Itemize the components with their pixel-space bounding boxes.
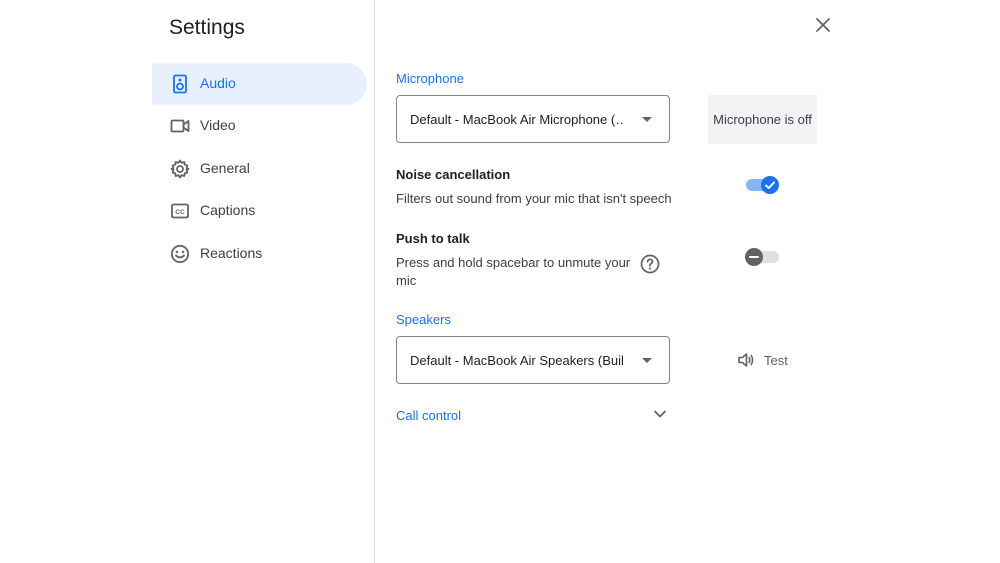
- microphone-select-value: Default - MacBook Air Microphone (…: [410, 112, 625, 127]
- dialog-title: Settings: [169, 16, 245, 39]
- speaker-icon: [173, 74, 187, 94]
- dropdown-caret-icon: [642, 117, 652, 122]
- sidebar-item-label: General: [200, 160, 250, 176]
- microphone-heading: Microphone: [396, 71, 464, 86]
- sidebar-item-label: Captions: [200, 202, 256, 218]
- settings-sidebar: Settings Audio Video General CC Captions…: [0, 0, 375, 563]
- sidebar-item-label: Video: [200, 117, 236, 133]
- checkmark-icon: [765, 181, 775, 189]
- smiley-icon: [170, 244, 190, 264]
- call-control-heading[interactable]: Call control: [396, 408, 461, 423]
- noise-cancellation-title: Noise cancellation: [396, 167, 511, 182]
- sidebar-item-general[interactable]: General: [152, 148, 367, 190]
- video-camera-icon: [170, 119, 190, 133]
- sidebar-item-reactions[interactable]: Reactions: [152, 233, 367, 275]
- toggle-knob: [761, 176, 779, 194]
- closed-captions-icon: CC: [171, 203, 189, 219]
- push-to-talk-title: Push to talk: [396, 231, 470, 246]
- dropdown-caret-icon: [642, 358, 652, 363]
- gear-icon: [170, 159, 190, 179]
- test-button-label: Test: [764, 352, 788, 368]
- microphone-select[interactable]: Default - MacBook Air Microphone (…: [396, 95, 670, 143]
- push-to-talk-toggle[interactable]: [745, 248, 779, 266]
- sidebar-item-video[interactable]: Video: [152, 105, 367, 147]
- toggle-knob: [745, 248, 763, 266]
- svg-text:CC: CC: [175, 209, 185, 216]
- minus-icon: [749, 256, 759, 258]
- push-to-talk-description: Press and hold spacebar to unmute your: [396, 255, 631, 270]
- help-icon[interactable]: [640, 254, 660, 274]
- noise-cancellation-toggle[interactable]: [746, 176, 780, 194]
- chevron-down-icon[interactable]: [652, 406, 668, 422]
- speakers-heading: Speakers: [396, 312, 451, 327]
- speakers-select-value: Default - MacBook Air Speakers (Buil…: [410, 353, 625, 368]
- push-to-talk-description-cont: mic: [396, 273, 417, 288]
- close-icon[interactable]: [812, 14, 834, 36]
- test-speakers-button[interactable]: Test: [736, 350, 788, 370]
- volume-icon: [738, 353, 754, 367]
- sidebar-item-label: Reactions: [200, 245, 263, 261]
- noise-cancellation-description: Filters out sound from your mic that isn…: [396, 191, 672, 206]
- speakers-select[interactable]: Default - MacBook Air Speakers (Buil…: [396, 336, 670, 384]
- sidebar-item-audio[interactable]: Audio: [152, 63, 367, 105]
- microphone-status-badge: Microphone is off: [708, 95, 817, 144]
- sidebar-item-label: Audio: [200, 75, 236, 91]
- sidebar-item-captions[interactable]: CC Captions: [152, 190, 367, 232]
